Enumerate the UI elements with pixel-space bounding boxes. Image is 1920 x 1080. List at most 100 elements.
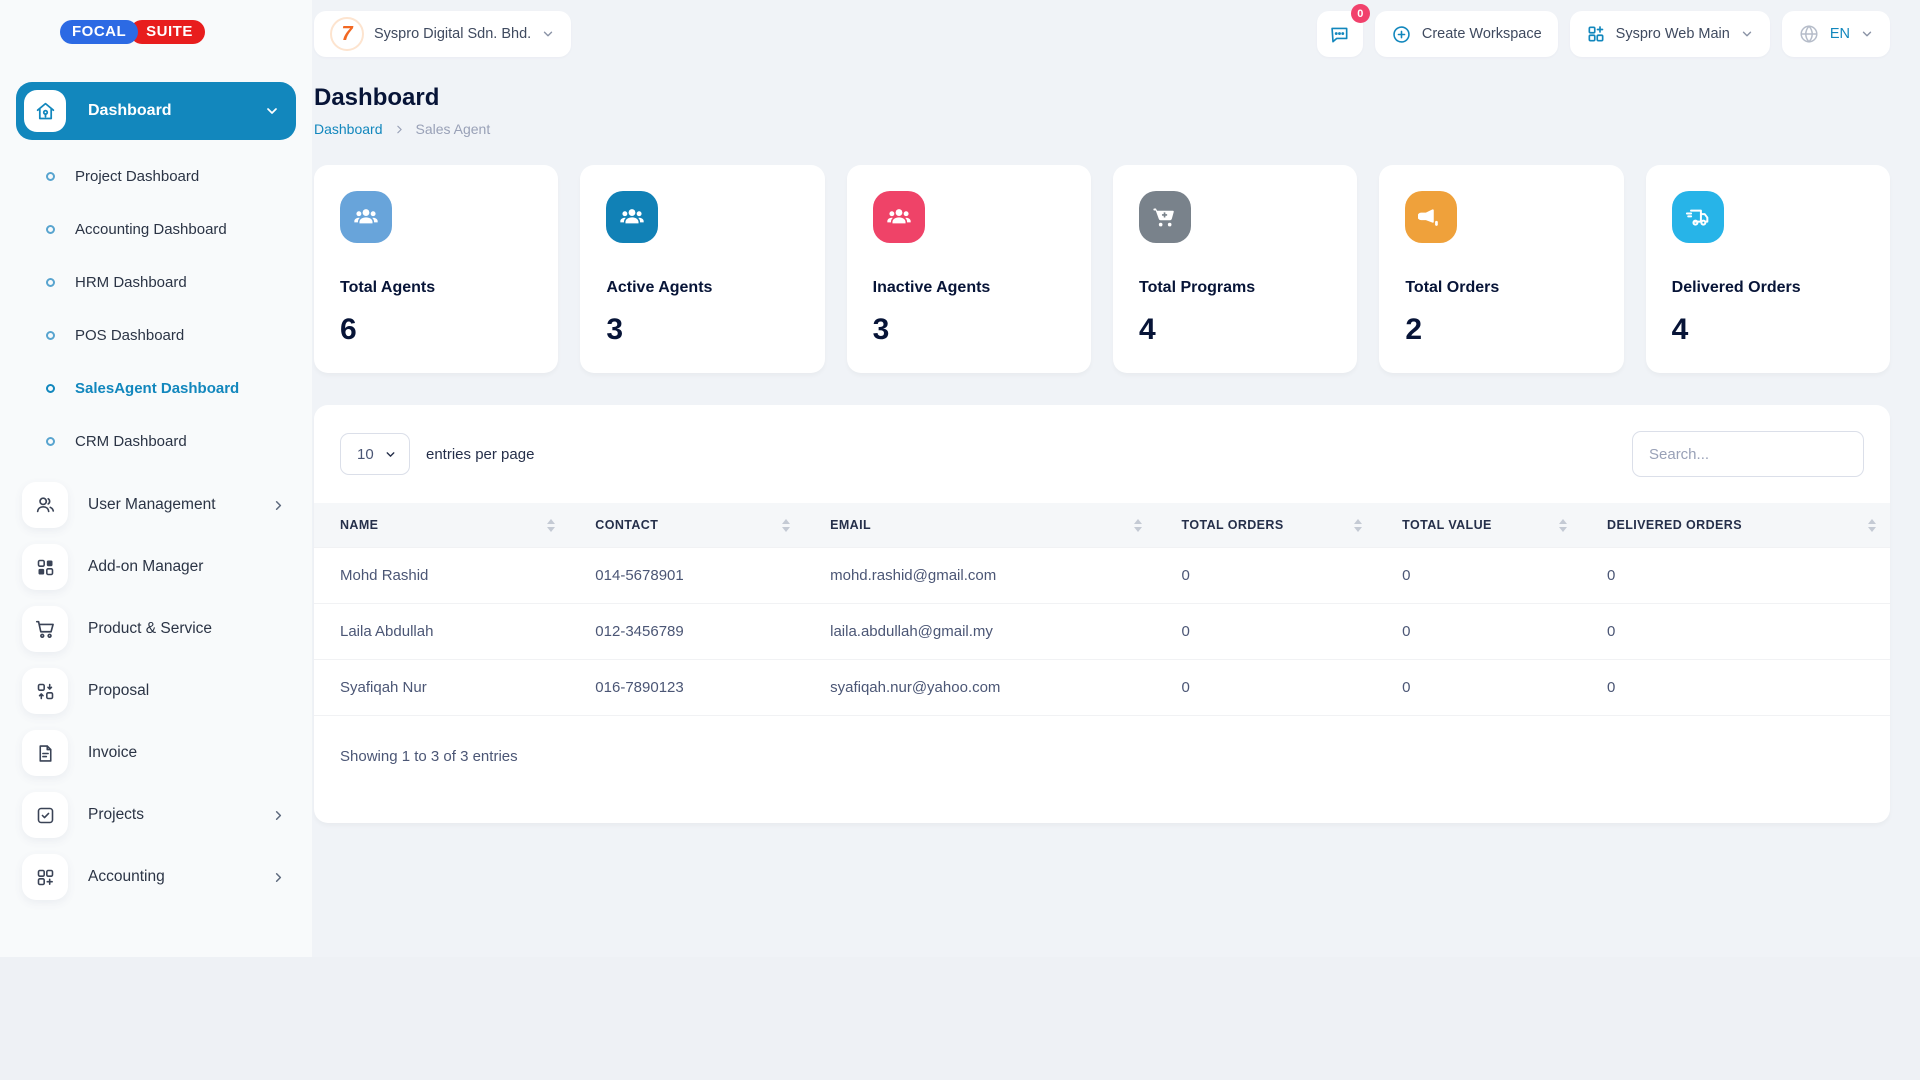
chat-button[interactable]: 0	[1317, 11, 1363, 57]
focal-suite-logo[interactable]: FOCAL SUITE	[60, 20, 296, 44]
check-square-icon	[22, 792, 68, 838]
sidebar-item-dashboard[interactable]: Dashboard	[16, 82, 296, 140]
create-workspace-label: Create Workspace	[1422, 26, 1542, 42]
bullet-icon	[46, 331, 55, 340]
sort-icon[interactable]	[1559, 519, 1567, 532]
grid-plus-icon	[22, 854, 68, 900]
cell-email: syafiqah.nur@yahoo.com	[804, 660, 1155, 716]
entries-control: 10 entries per page	[340, 433, 534, 475]
column-header-delivered-orders[interactable]: DELIVERED ORDERS	[1581, 503, 1890, 548]
sort-icon[interactable]	[547, 519, 555, 532]
users-icon	[22, 482, 68, 528]
column-header-total-orders[interactable]: TOTAL ORDERS	[1156, 503, 1377, 548]
cell-delivered-orders: 0	[1581, 604, 1890, 660]
stat-label: Total Programs	[1139, 279, 1331, 297]
sort-icon[interactable]	[782, 519, 790, 532]
chevron-right-icon	[271, 498, 286, 513]
stat-card-inactive-agents: Inactive Agents 3	[847, 165, 1091, 373]
submenu-label: CRM Dashboard	[75, 433, 187, 450]
site-selector-label: Syspro Web Main	[1616, 26, 1730, 42]
sidebar-dashboard-label: Dashboard	[88, 102, 264, 120]
side-label: Product & Service	[88, 620, 286, 638]
cell-contact: 012-3456789	[569, 604, 804, 660]
sort-icon[interactable]	[1354, 519, 1362, 532]
sort-icon[interactable]	[1868, 519, 1876, 532]
cell-name: Syafiqah Nur	[314, 660, 569, 716]
column-header-email[interactable]: EMAIL	[804, 503, 1155, 548]
column-header-contact[interactable]: CONTACT	[569, 503, 804, 548]
grid-plus-icon	[1586, 24, 1606, 44]
submenu-label: HRM Dashboard	[75, 274, 187, 291]
stat-label: Active Agents	[606, 279, 798, 297]
cell-delivered-orders: 0	[1581, 548, 1890, 604]
chevron-down-icon	[1860, 27, 1874, 41]
table-header-row: NAME CONTACT EMAIL TOTAL ORDERS TOTAL VA…	[314, 503, 1890, 548]
sidebar-item-invoice[interactable]: Invoice	[16, 722, 296, 784]
sidebar-item-pos-dashboard[interactable]: POS Dashboard	[16, 309, 296, 362]
sidebar-item-proposal[interactable]: Proposal	[16, 660, 296, 722]
entries-per-page-select[interactable]: 10	[340, 433, 410, 475]
stat-label: Total Orders	[1405, 279, 1597, 297]
site-selector[interactable]: Syspro Web Main	[1570, 11, 1770, 57]
side-label: Invoice	[88, 744, 286, 762]
file-icon	[22, 730, 68, 776]
search-input[interactable]	[1632, 431, 1864, 477]
stat-card-delivered-orders: Delivered Orders 4	[1646, 165, 1890, 373]
cart-plus-icon	[1139, 191, 1191, 243]
cell-delivered-orders: 0	[1581, 660, 1890, 716]
entries-per-page-label: entries per page	[426, 446, 534, 463]
sidebar-item-hrm-dashboard[interactable]: HRM Dashboard	[16, 256, 296, 309]
language-selector[interactable]: EN	[1782, 11, 1890, 57]
cell-total-orders: 0	[1156, 660, 1377, 716]
stat-value: 6	[340, 313, 532, 347]
workspace-selector[interactable]: 7 Syspro Digital Sdn. Bhd.	[314, 11, 571, 57]
cell-contact: 014-5678901	[569, 548, 804, 604]
sidebar-item-addon-manager[interactable]: Add-on Manager	[16, 536, 296, 598]
stat-label: Inactive Agents	[873, 279, 1065, 297]
cell-email: laila.abdullah@gmail.my	[804, 604, 1155, 660]
chat-bubble-icon	[1328, 23, 1351, 46]
logo-suite-text: SUITE	[130, 20, 205, 44]
agents-table: NAME CONTACT EMAIL TOTAL ORDERS TOTAL VA…	[314, 503, 1890, 716]
chevron-right-icon	[271, 870, 286, 885]
language-label: EN	[1830, 26, 1850, 42]
cell-name: Mohd Rashid	[314, 548, 569, 604]
chevron-right-icon	[271, 808, 286, 823]
breadcrumb-dashboard-link[interactable]: Dashboard	[314, 121, 383, 137]
create-workspace-button[interactable]: Create Workspace	[1375, 11, 1558, 57]
users-group-icon	[340, 191, 392, 243]
table-row: Syafiqah Nur 016-7890123 syafiqah.nur@ya…	[314, 660, 1890, 716]
workspace-name: Syspro Digital Sdn. Bhd.	[374, 26, 531, 42]
sidebar-item-salesagent-dashboard[interactable]: SalesAgent Dashboard	[16, 362, 296, 415]
side-label: Add-on Manager	[88, 558, 286, 576]
sidebar-item-product-service[interactable]: Product & Service	[16, 598, 296, 660]
submenu-label: Project Dashboard	[75, 168, 199, 185]
sidebar-item-accounting-dashboard[interactable]: Accounting Dashboard	[16, 203, 296, 256]
sidebar-item-user-management[interactable]: User Management	[16, 474, 296, 536]
sidebar-item-projects[interactable]: Projects	[16, 784, 296, 846]
column-header-name[interactable]: NAME	[314, 503, 569, 548]
submenu-label: Accounting Dashboard	[75, 221, 227, 238]
table-controls: 10 entries per page	[314, 431, 1890, 477]
dashboard-submenu: Project Dashboard Accounting Dashboard H…	[16, 150, 296, 468]
main-column: 7 Syspro Digital Sdn. Bhd. 0 Create Work…	[312, 0, 1920, 957]
cart-icon	[22, 606, 68, 652]
submenu-label: POS Dashboard	[75, 327, 184, 344]
stat-card-total-programs: Total Programs 4	[1113, 165, 1357, 373]
column-header-total-value[interactable]: TOTAL VALUE	[1376, 503, 1581, 548]
bullet-icon	[46, 225, 55, 234]
table-entries-summary: Showing 1 to 3 of 3 entries	[314, 716, 1890, 765]
grid-icon	[22, 544, 68, 590]
stat-card-active-agents: Active Agents 3	[580, 165, 824, 373]
sidebar-item-accounting[interactable]: Accounting	[16, 846, 296, 908]
stat-card-total-orders: Total Orders 2	[1379, 165, 1623, 373]
chevron-right-icon	[393, 123, 406, 136]
side-label: User Management	[88, 496, 271, 514]
stat-card-total-agents: Total Agents 6	[314, 165, 558, 373]
stat-value: 3	[606, 313, 798, 347]
sidebar-item-project-dashboard[interactable]: Project Dashboard	[16, 150, 296, 203]
globe-icon	[1798, 23, 1820, 45]
sidebar-item-crm-dashboard[interactable]: CRM Dashboard	[16, 415, 296, 468]
main-content: Dashboard Dashboard Sales Agent Total Ag…	[312, 62, 1920, 957]
sort-icon[interactable]	[1134, 519, 1142, 532]
